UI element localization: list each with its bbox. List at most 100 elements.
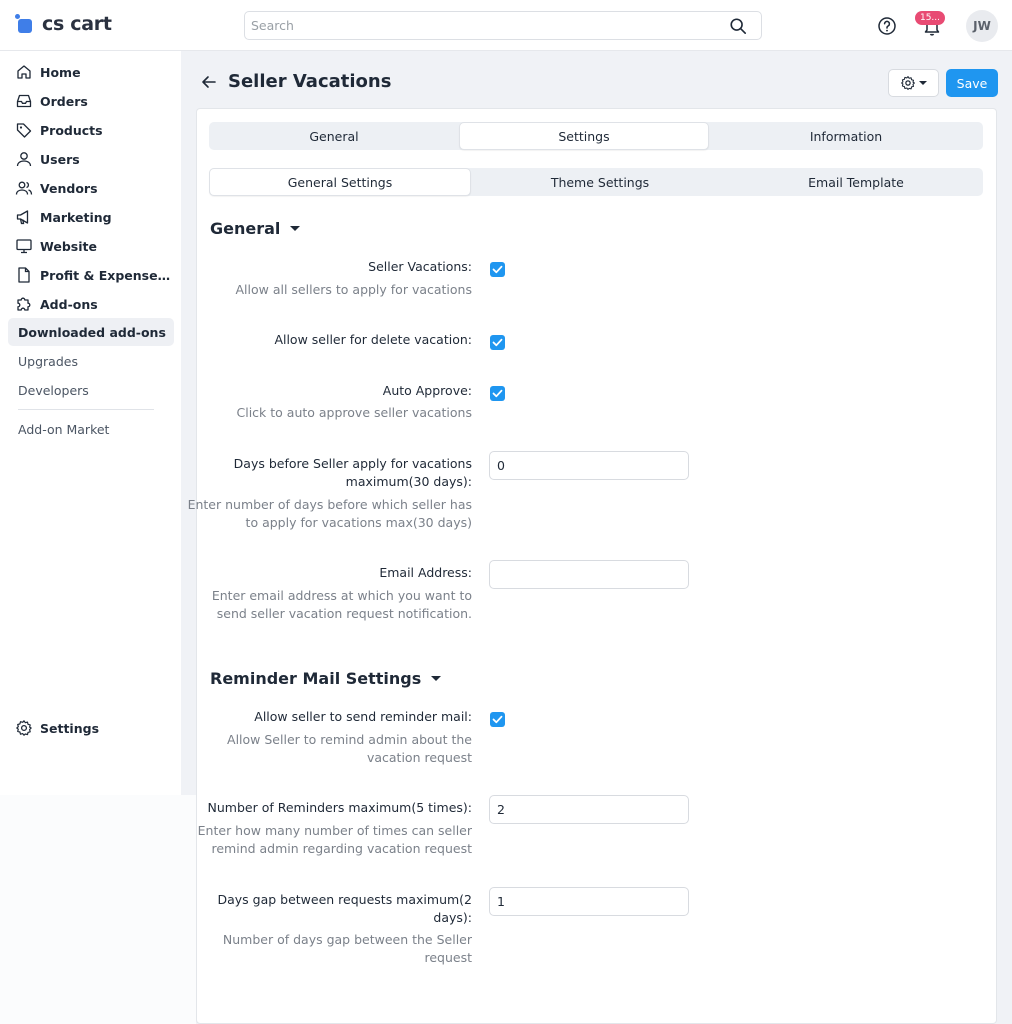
- settings-subtabs: General Settings Theme Settings Email Te…: [209, 168, 983, 196]
- seller-vacations-hint: Allow all sellers to apply for vacations: [235, 282, 473, 297]
- section-title: Reminder Mail Settings: [210, 669, 422, 688]
- auto-approve-checkbox[interactable]: [490, 386, 505, 401]
- inbox-icon: [16, 94, 32, 108]
- label-line: maximum(30 days):: [345, 474, 472, 489]
- hint-line: request: [424, 950, 472, 965]
- sidebar-item-label: Home: [40, 64, 81, 80]
- num-reminders-hint: Enter how many number of times can selle…: [198, 822, 472, 858]
- days-gap-label: Days gap between requests maximum(2 days…: [217, 891, 472, 927]
- sidebar-item-developers[interactable]: Developers: [8, 376, 174, 404]
- avatar[interactable]: JW: [966, 10, 998, 42]
- tab-general[interactable]: General: [209, 122, 459, 150]
- monitor-icon: [16, 239, 32, 254]
- home-icon: [17, 65, 31, 79]
- hint-line: remind admin regarding vacation request: [211, 841, 472, 856]
- caret-down-icon: [290, 226, 301, 231]
- email-address-input[interactable]: [489, 560, 689, 589]
- sidebar-item-marketing[interactable]: Marketing: [8, 203, 174, 231]
- email-address-hint: Enter email address at which you want to…: [212, 587, 472, 623]
- sidebar-item-settings[interactable]: Settings: [8, 714, 174, 742]
- sidebar-item-orders[interactable]: Orders: [8, 87, 174, 115]
- sidebar-item-upgrades[interactable]: Upgrades: [8, 347, 174, 375]
- sidebar-divider: [18, 409, 154, 410]
- section-general-header[interactable]: General: [210, 219, 301, 238]
- top-bar: cs cart 15... JW: [0, 0, 1012, 51]
- hint-line: Enter number of days before which seller…: [187, 497, 472, 512]
- num-reminders-label: Number of Reminders maximum(5 times):: [207, 800, 472, 815]
- hint-line: vacation request: [366, 750, 472, 765]
- chevron-down-icon: [919, 81, 927, 85]
- label-line: days):: [433, 910, 472, 925]
- page-title: Seller Vacations: [228, 71, 392, 92]
- sidebar-item-label: Orders: [40, 93, 88, 109]
- document-icon: [18, 267, 30, 283]
- tab-settings[interactable]: Settings: [459, 122, 709, 150]
- logo-icon: [14, 13, 36, 35]
- sidebar-item-products[interactable]: Products: [8, 116, 174, 144]
- sidebar-item-label: Add-ons: [40, 296, 98, 312]
- seller-vacations-checkbox[interactable]: [490, 262, 505, 277]
- sidebar-item-website[interactable]: Website: [8, 232, 174, 260]
- brand-name: cs cart: [42, 13, 112, 35]
- sidebar-item-label: Users: [40, 151, 80, 167]
- search-input[interactable]: [245, 12, 715, 39]
- sidebar-item-label: Vendors: [40, 180, 98, 196]
- allow-reminder-label: Allow seller to send reminder mail:: [254, 709, 472, 724]
- gear-icon: [901, 76, 915, 90]
- hint-line: Enter email address at which you want to: [211, 588, 472, 603]
- label-line: Days gap between requests maximum(2: [217, 892, 472, 907]
- sidebar-item-home[interactable]: Home: [8, 58, 174, 86]
- section-reminder-header[interactable]: Reminder Mail Settings: [210, 669, 442, 688]
- puzzle-icon: [17, 297, 31, 311]
- days-gap-input[interactable]: [489, 887, 689, 916]
- days-gap-hint: Number of days gap between the Seller re…: [223, 931, 472, 967]
- days-before-input[interactable]: [489, 451, 689, 480]
- tag-icon: [16, 123, 32, 138]
- gear-icon: [16, 720, 32, 736]
- allow-reminder-checkbox[interactable]: [490, 712, 505, 727]
- tab-general-settings[interactable]: General Settings: [209, 168, 471, 196]
- hint-line: Enter how many number of times can selle…: [197, 823, 472, 838]
- sidebar-item-add-ons[interactable]: Add-ons: [8, 290, 174, 318]
- notification-badge: 15...: [915, 11, 945, 25]
- help-icon[interactable]: [877, 16, 897, 36]
- hint-line: to apply for vacations max(30 days): [245, 515, 472, 530]
- allow-reminder-hint: Allow Seller to remind admin about the v…: [227, 731, 472, 767]
- hint-line: Allow Seller to remind admin about the: [227, 732, 472, 747]
- user-icon: [16, 152, 32, 167]
- auto-approve-label: Auto Approve:: [382, 383, 472, 398]
- tab-email-template[interactable]: Email Template: [729, 168, 983, 196]
- back-arrow-icon[interactable]: [200, 73, 218, 91]
- allow-delete-label: Allow seller for delete vacation:: [274, 332, 472, 347]
- hint-line: Number of days gap between the Seller: [222, 932, 472, 947]
- section-title: General: [210, 219, 281, 238]
- days-before-label: Days before Seller apply for vacations m…: [234, 455, 472, 491]
- search-box: [244, 11, 762, 40]
- megaphone-icon: [16, 210, 29, 225]
- save-button[interactable]: Save: [946, 69, 998, 97]
- sidebar-footer-area: [0, 795, 196, 1024]
- tab-information[interactable]: Information: [709, 122, 983, 150]
- sidebar-item-vendors[interactable]: Vendors: [8, 174, 174, 202]
- label-line: Days before Seller apply for vacations: [233, 456, 472, 471]
- sidebar-item-label: Marketing: [40, 209, 112, 225]
- num-reminders-input[interactable]: [489, 795, 689, 824]
- sidebar-item-add-on-market[interactable]: Add-on Market: [8, 415, 174, 443]
- settings-dropdown-button[interactable]: [888, 69, 939, 97]
- tab-theme-settings[interactable]: Theme Settings: [471, 168, 729, 196]
- email-address-label: Email Address:: [379, 565, 472, 580]
- search-icon[interactable]: [729, 17, 747, 35]
- sidebar: Home Orders Products Users Vendors Marke…: [0, 51, 181, 795]
- cs-cart-logo[interactable]: cs cart: [14, 13, 112, 35]
- allow-delete-checkbox[interactable]: [490, 335, 505, 350]
- sidebar-item-label: Products: [40, 122, 103, 138]
- seller-vacations-label: Seller Vacations:: [368, 259, 472, 274]
- main-tabs: General Settings Information: [209, 122, 983, 150]
- caret-down-icon: [431, 676, 442, 681]
- sidebar-item-downloaded-add-ons[interactable]: Downloaded add-ons: [8, 318, 174, 346]
- sidebar-item-profit-expense[interactable]: Profit & Expense Tra...: [8, 261, 174, 289]
- sidebar-item-users[interactable]: Users: [8, 145, 174, 173]
- sidebar-item-label: Settings: [40, 720, 100, 736]
- sidebar-item-label: Website: [40, 238, 97, 254]
- days-before-hint: Enter number of days before which seller…: [188, 496, 472, 532]
